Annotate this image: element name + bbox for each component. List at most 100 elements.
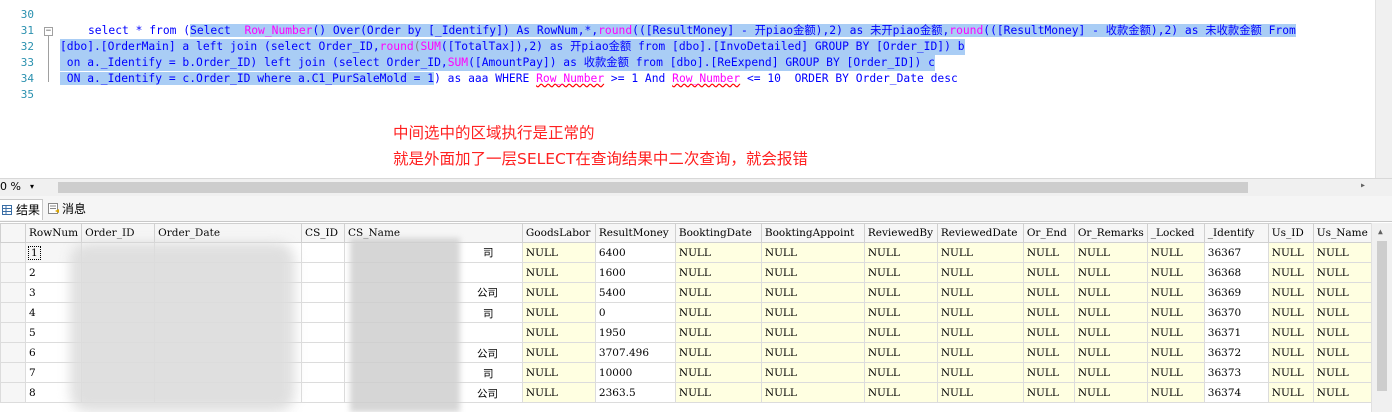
tab-messages[interactable]: 消息: [48, 199, 86, 219]
column-header[interactable]: ReviewedBy: [863, 223, 938, 243]
column-header[interactable]: ReviewedDate: [936, 223, 1024, 243]
row-selector[interactable]: [0, 242, 26, 263]
column-header[interactable]: ResultMoney: [594, 223, 676, 243]
grid-cell[interactable]: NULL: [521, 322, 596, 343]
grid-cell[interactable]: NULL: [1146, 322, 1205, 343]
grid-cell[interactable]: NULL: [936, 322, 1024, 343]
grid-cell[interactable]: NULL: [1022, 302, 1075, 323]
collapse-icon[interactable]: −: [44, 27, 53, 36]
column-header[interactable]: Order_Date: [154, 223, 303, 243]
grid-cell[interactable]: 1600: [594, 262, 676, 283]
grid-cell[interactable]: NULL: [936, 302, 1024, 323]
grid-cell[interactable]: NULL: [1267, 302, 1314, 323]
grid-cell[interactable]: [301, 322, 346, 343]
grid-cell[interactable]: NULL: [936, 242, 1024, 263]
grid-cell[interactable]: 36372: [1203, 342, 1269, 363]
grid-cell[interactable]: NULL: [1267, 322, 1314, 343]
column-header[interactable]: CS_ID: [301, 223, 346, 243]
chevron-right-icon[interactable]: ▸: [1360, 180, 1366, 191]
grid-cell[interactable]: NULL: [863, 282, 938, 303]
grid-cell[interactable]: [301, 242, 346, 263]
column-header[interactable]: _Locked: [1146, 223, 1205, 243]
grid-cell[interactable]: NULL: [521, 382, 596, 403]
grid-cell[interactable]: NULL: [1267, 362, 1314, 383]
column-header[interactable]: Or_Remarks: [1073, 223, 1148, 243]
grid-cell[interactable]: NULL: [1146, 382, 1205, 403]
row-selector[interactable]: [0, 282, 26, 303]
grid-cell[interactable]: NULL: [1022, 342, 1075, 363]
grid-cell[interactable]: 10000: [594, 362, 676, 383]
column-header[interactable]: Us_ID: [1267, 223, 1314, 243]
grid-cell[interactable]: 36371: [1203, 322, 1269, 343]
grid-cell[interactable]: NULL: [521, 362, 596, 383]
grid-cell[interactable]: NULL: [1146, 262, 1205, 283]
column-header[interactable]: GoodsLabor: [521, 223, 596, 243]
grid-cell[interactable]: NULL: [1073, 322, 1148, 343]
row-selector[interactable]: [0, 382, 26, 403]
column-header[interactable]: RowNum: [24, 223, 83, 243]
grid-cell[interactable]: NULL: [760, 322, 865, 343]
grid-cell[interactable]: NULL: [521, 302, 596, 323]
row-selector[interactable]: [0, 362, 26, 383]
grid-cell[interactable]: 36369: [1203, 282, 1269, 303]
grid-cell[interactable]: NULL: [521, 282, 596, 303]
grid-cell[interactable]: NULL: [1022, 262, 1075, 283]
grid-cell[interactable]: NULL: [760, 342, 865, 363]
column-header[interactable]: _Identify: [1203, 223, 1269, 243]
grid-cell[interactable]: 36368: [1203, 262, 1269, 283]
grid-cell[interactable]: NULL: [863, 262, 938, 283]
grid-cell[interactable]: NULL: [1312, 362, 1372, 383]
grid-cell[interactable]: [301, 282, 346, 303]
grid-cell[interactable]: [301, 382, 346, 403]
grid-cell[interactable]: NULL: [1146, 282, 1205, 303]
column-header[interactable]: Or_End: [1022, 223, 1075, 243]
grid-cell[interactable]: 36370: [1203, 302, 1269, 323]
grid-cell[interactable]: NULL: [1312, 282, 1372, 303]
grid-cell[interactable]: NULL: [674, 242, 762, 263]
grid-cell[interactable]: 36374: [1203, 382, 1269, 403]
grid-cell[interactable]: NULL: [863, 362, 938, 383]
grid-cell[interactable]: NULL: [1146, 302, 1205, 323]
grid-cell[interactable]: NULL: [1022, 362, 1075, 383]
zoom-dropdown[interactable]: 0 % ▾: [0, 180, 40, 194]
grid-cell[interactable]: NULL: [521, 342, 596, 363]
grid-cell[interactable]: NULL: [674, 382, 762, 403]
grid-cell[interactable]: NULL: [1073, 342, 1148, 363]
grid-cell[interactable]: NULL: [1267, 242, 1314, 263]
grid-cell[interactable]: 3707.496: [594, 342, 676, 363]
grid-cell[interactable]: NULL: [1267, 282, 1314, 303]
grid-cell[interactable]: NULL: [1267, 382, 1314, 403]
grid-cell[interactable]: NULL: [1073, 242, 1148, 263]
grid-cell[interactable]: NULL: [760, 282, 865, 303]
grid-cell[interactable]: NULL: [1146, 362, 1205, 383]
grid-cell[interactable]: NULL: [936, 282, 1024, 303]
grid-cell[interactable]: NULL: [674, 282, 762, 303]
corner-cell[interactable]: [0, 223, 26, 243]
sql-editor[interactable]: 30 31 32 33 34 35 − select * from (Selec…: [0, 0, 1392, 178]
grid-cell[interactable]: NULL: [1312, 342, 1372, 363]
grid-cell[interactable]: NULL: [1073, 282, 1148, 303]
grid-cell[interactable]: NULL: [1073, 382, 1148, 403]
grid-cell[interactable]: NULL: [674, 262, 762, 283]
grid-cell[interactable]: 0: [594, 302, 676, 323]
row-selector[interactable]: [0, 322, 26, 343]
grid-cell[interactable]: [301, 262, 346, 283]
grid-cell[interactable]: NULL: [1312, 242, 1372, 263]
column-header[interactable]: BooktingAppoint: [760, 223, 865, 243]
grid-cell[interactable]: 36373: [1203, 362, 1269, 383]
grid-cell[interactable]: NULL: [863, 242, 938, 263]
grid-cell[interactable]: NULL: [760, 382, 865, 403]
grid-cell[interactable]: NULL: [1146, 342, 1205, 363]
grid-cell[interactable]: NULL: [674, 362, 762, 383]
grid-cell[interactable]: NULL: [760, 242, 865, 263]
grid-vertical-scrollbar[interactable]: ▲: [1371, 223, 1392, 412]
grid-cell[interactable]: NULL: [674, 322, 762, 343]
grid-cell[interactable]: 36367: [1203, 242, 1269, 263]
grid-cell[interactable]: NULL: [936, 262, 1024, 283]
chevron-up-icon[interactable]: ▲: [1378, 227, 1383, 236]
grid-cell[interactable]: NULL: [1022, 282, 1075, 303]
grid-cell[interactable]: NULL: [1312, 382, 1372, 403]
grid-cell[interactable]: NULL: [1022, 242, 1075, 263]
grid-cell[interactable]: NULL: [1022, 382, 1075, 403]
row-selector[interactable]: [0, 342, 26, 363]
